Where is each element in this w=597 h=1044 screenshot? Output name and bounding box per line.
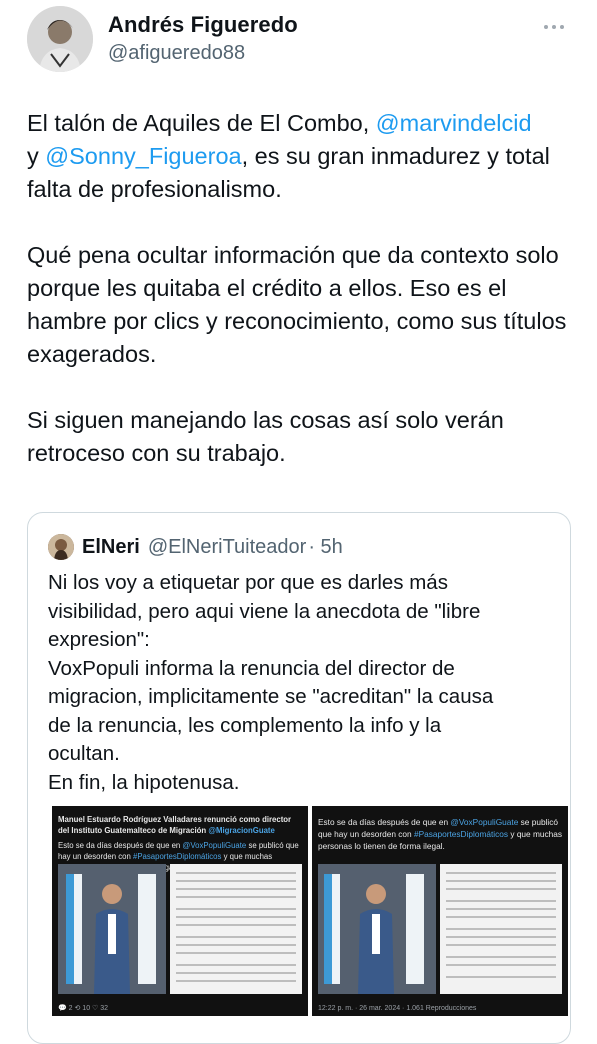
media-heading-line: Manuel Estuardo Rodríguez Valladares ren… — [58, 814, 302, 836]
author-avatar[interactable] — [27, 6, 93, 72]
tweet-paragraph-1: El talón de Aquiles de El Combo, @marvin… — [27, 107, 577, 206]
quoted-media[interactable]: Manuel Estuardo Rodríguez Valladares ren… — [52, 806, 568, 1016]
more-options-icon[interactable] — [544, 16, 570, 29]
author-handle[interactable]: @afigueredo88 — [108, 42, 245, 65]
quoted-text-line: de la renuncia, les complemento la info … — [48, 713, 442, 737]
quoted-tweet-text: Ni los voy a etiquetar por que es darles… — [48, 569, 553, 797]
media-text: Esto se da días después de que en — [318, 817, 449, 827]
quoted-text-line: ocultan. — [48, 742, 120, 765]
tweet-paragraph-3: Si siguen manejando las cosas así solo v… — [27, 407, 504, 466]
media-footer-left: 💬 2 ⟲ 10 ♡ 32 — [58, 1005, 109, 1012]
tweet-text-segment: y — [27, 143, 46, 169]
tweet-header: Andrés Figueredo @afigueredo88 — [0, 0, 597, 80]
tweet-paragraph-2: Qué pena ocultar información que da cont… — [27, 242, 567, 367]
quoted-text-line: Ni los voy a etiquetar por que es darles… — [48, 571, 448, 594]
quoted-text-line: migracion, implicitamente se "acreditan"… — [48, 685, 494, 708]
media-link: #PasaportesDiplomáticos — [413, 829, 509, 839]
quoted-author-handle: @ElNeriTuiteador — [147, 535, 307, 558]
media-image-left[interactable]: Manuel Estuardo Rodríguez Valladares ren… — [52, 806, 308, 1016]
quoted-text-line: expresion": — [48, 628, 150, 651]
tweet-text: El talón de Aquiles de El Combo, @marvin… — [27, 107, 577, 503]
tweet-text-segment: El talón de Aquiles de El Combo, — [27, 110, 376, 136]
media-link: #PasaportesDiplomáticos — [133, 852, 222, 861]
media-heading-link: @MigracionGuate — [208, 826, 275, 835]
media-image-right[interactable]: Esto se da días después de que en @VoxPo… — [312, 806, 568, 1016]
quoted-text-line: En fin, la hipotenusa. — [48, 770, 240, 794]
author-name[interactable]: Andrés Figueredo — [108, 12, 298, 38]
quoted-author-name: ElNeri — [82, 535, 140, 558]
document-image — [440, 864, 562, 994]
press-photo — [58, 864, 166, 994]
press-photo — [318, 864, 436, 994]
quoted-text-line: visibilidad, pero aqui viene la anecdota… — [48, 599, 481, 623]
media-footer-right: 12:22 p. m. · 26 mar. 2024 · 1.061 Repro… — [318, 1005, 477, 1012]
mention-link[interactable]: @marvindelcid — [376, 110, 532, 136]
quoted-tweet-time: · 5h — [308, 535, 343, 558]
media-link: @VoxPopuliGuate — [182, 841, 247, 850]
quoted-tweet[interactable]: ElNeri @ElNeriTuiteador · 5h Ni los voy … — [27, 512, 571, 1044]
quoted-tweet-header: ElNeri @ElNeriTuiteador · 5h — [48, 533, 343, 561]
quoted-text-line: VoxPopuli informa la renuncia del direct… — [48, 656, 455, 680]
document-image — [170, 864, 302, 994]
media-text: Esto se da días después de que en — [58, 841, 181, 850]
media-caption-right: Esto se da días después de que en @VoxPo… — [318, 816, 562, 852]
mention-link[interactable]: @Sonny_Figueroa — [45, 143, 241, 169]
quoted-author-avatar — [48, 534, 74, 560]
media-link: @VoxPopuliGuate — [450, 817, 519, 827]
